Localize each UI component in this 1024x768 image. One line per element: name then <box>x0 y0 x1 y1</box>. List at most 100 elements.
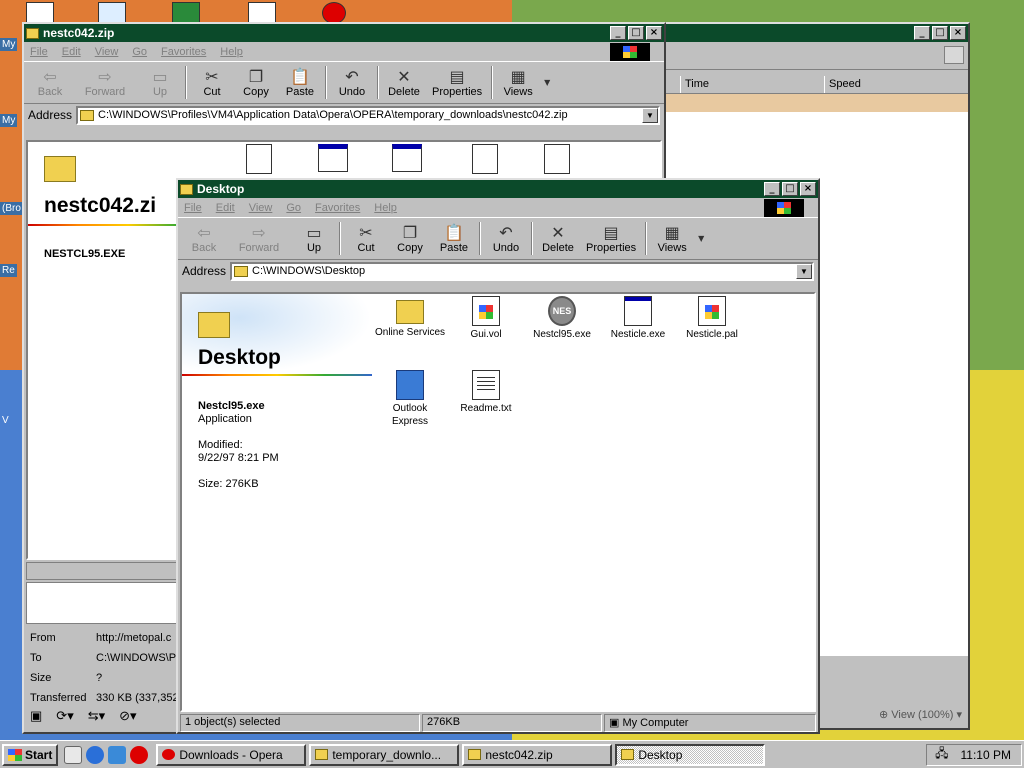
file-icon[interactable] <box>472 144 498 174</box>
file-item-nestcl95-exe[interactable]: NES Nestcl95.exe <box>526 296 598 341</box>
views-button[interactable]: ▦ Views <box>496 64 540 101</box>
refresh-icon[interactable]: ⟳▾ <box>56 708 73 724</box>
stop-icon[interactable]: ⊘▾ <box>119 708 136 724</box>
start-button[interactable]: Start <box>2 743 59 766</box>
menu-file[interactable]: File <box>184 202 202 214</box>
desktop-label[interactable]: Re <box>0 264 17 277</box>
downloads-titlebar[interactable]: _ □ × <box>650 24 968 42</box>
column-header-speed[interactable]: Speed <box>824 76 968 93</box>
menu-edit[interactable]: Edit <box>62 46 81 58</box>
file-icon[interactable] <box>246 144 272 174</box>
opera-icon[interactable] <box>322 2 346 24</box>
text-document-icon[interactable] <box>544 144 570 174</box>
desktop-icon[interactable] <box>248 2 276 24</box>
close-icon[interactable]: × <box>646 26 662 40</box>
download-row-selected[interactable] <box>650 94 968 112</box>
up-button[interactable]: ▭ Up <box>292 220 336 257</box>
close-icon[interactable]: × <box>800 182 816 196</box>
outlook-express-icon[interactable] <box>108 745 127 764</box>
app-window-icon[interactable] <box>392 144 422 172</box>
properties-button[interactable]: ▤ Properties <box>426 64 488 101</box>
views-dropdown-button[interactable]: ▼ <box>540 64 554 101</box>
task-downloads-opera[interactable]: Downloads - Opera <box>156 743 307 766</box>
up-folder-icon: ▭ <box>152 66 168 86</box>
file-item-gui-vol[interactable]: Gui.vol <box>450 296 522 341</box>
minimize-icon[interactable]: _ <box>610 26 626 40</box>
views-button[interactable]: ▦ Views <box>650 220 694 257</box>
minimize-icon[interactable]: _ <box>914 26 930 40</box>
task-nestc042-zip[interactable]: nestc042.zip <box>462 743 613 766</box>
menu-view[interactable]: View <box>95 46 119 58</box>
views-dropdown-button[interactable]: ▼ <box>694 220 708 257</box>
cut-button[interactable]: ✂ Cut <box>344 220 388 257</box>
copy-button[interactable]: ❐ Copy <box>388 220 432 257</box>
file-item-nesticle-exe[interactable]: Nesticle.exe <box>602 296 674 341</box>
desktop-icon[interactable] <box>98 2 126 24</box>
share-icon[interactable]: ⇆▾ <box>88 708 105 724</box>
menu-go[interactable]: Go <box>132 46 147 58</box>
desktop-label[interactable]: My <box>0 38 18 51</box>
menu-file[interactable]: File <box>30 46 48 58</box>
folder-icon <box>396 300 424 324</box>
task-desktop[interactable]: Desktop <box>615 743 766 766</box>
desktop-label[interactable]: V <box>0 414 11 427</box>
file-item-nesticle-pal[interactable]: Nesticle.pal <box>676 296 748 341</box>
desktop-titlebar[interactable]: Desktop _ □ × <box>178 180 818 198</box>
menu-help[interactable]: Help <box>220 46 243 58</box>
excel-icon[interactable] <box>172 2 200 24</box>
minimize-icon[interactable]: _ <box>764 182 780 196</box>
network-icon[interactable]: 🖧 <box>935 744 948 765</box>
forward-button[interactable]: ⇨ Forward <box>226 220 292 257</box>
menu-favorites[interactable]: Favorites <box>315 202 360 214</box>
internet-explorer-icon[interactable] <box>86 745 105 764</box>
forward-button[interactable]: ⇨ Forward <box>72 64 138 101</box>
menu-favorites[interactable]: Favorites <box>161 46 206 58</box>
close-icon[interactable]: × <box>950 26 966 40</box>
clock[interactable]: 11:10 PM <box>961 748 1011 762</box>
copy-button[interactable]: ❐ Copy <box>234 64 278 101</box>
paste-button[interactable]: 📋 Paste <box>432 220 476 257</box>
maximize-icon[interactable]: □ <box>932 26 948 40</box>
menu-help[interactable]: Help <box>374 202 397 214</box>
undo-button[interactable]: ↶ Undo <box>484 220 528 257</box>
file-label: Nestcl95.exe <box>533 329 591 340</box>
opera-icon[interactable] <box>130 745 149 764</box>
windows-logo-icon <box>610 42 650 61</box>
zoom-indicator[interactable]: ⊕ View (100%) ▾ <box>879 708 962 721</box>
app-window-icon[interactable] <box>318 144 348 172</box>
desktop-label[interactable]: (Bro <box>0 202 23 215</box>
file-item-readme-txt[interactable]: Readme.txt <box>450 370 522 415</box>
zip-titlebar[interactable]: nestc042.zip _ □ × <box>24 24 664 42</box>
file-item-outlook-express[interactable]: Outlook Express <box>374 370 446 428</box>
column-header-time[interactable]: Time <box>680 76 824 93</box>
chevron-down-icon[interactable]: ▼ <box>642 107 658 123</box>
delete-button[interactable]: ✕ Delete <box>536 220 580 257</box>
menu-go[interactable]: Go <box>286 202 301 214</box>
chevron-down-icon[interactable]: ▼ <box>796 263 812 279</box>
up-button[interactable]: ▭ Up <box>138 64 182 101</box>
menu-edit[interactable]: Edit <box>216 202 235 214</box>
desktop-icon[interactable] <box>26 2 54 24</box>
show-desktop-icon[interactable] <box>64 745 83 764</box>
desktop-label[interactable]: My <box>0 114 18 127</box>
desktop-content-pane: Desktop Nestcl95.exe Application Modifie… <box>180 292 816 712</box>
delete-x-icon: ✕ <box>551 222 565 242</box>
maximize-icon[interactable]: □ <box>782 182 798 196</box>
maximize-icon[interactable]: □ <box>628 26 644 40</box>
address-input[interactable]: C:\WINDOWS\Profiles\VM4\Application Data… <box>76 105 660 125</box>
undo-button[interactable]: ↶ Undo <box>330 64 374 101</box>
task-temporary-downloads[interactable]: temporary_downlo... <box>309 743 460 766</box>
back-button[interactable]: ⇦ Back <box>28 64 72 101</box>
address-input[interactable]: C:\WINDOWS\Desktop ▼ <box>230 261 814 281</box>
delete-button[interactable]: ✕ Delete <box>382 64 426 101</box>
status-selection: 1 object(s) selected <box>180 714 420 732</box>
cut-button[interactable]: ✂ Cut <box>190 64 234 101</box>
menu-view[interactable]: View <box>249 202 273 214</box>
back-button[interactable]: ⇦ Back <box>182 220 226 257</box>
settings-icon[interactable] <box>944 46 964 64</box>
detail-row: From http://metopal.c <box>30 632 172 644</box>
paste-button[interactable]: 📋 Paste <box>278 64 322 101</box>
file-item-online-services[interactable]: Online Services <box>374 296 446 339</box>
panel-toggle-icon[interactable]: ▣ <box>30 708 42 724</box>
properties-button[interactable]: ▤ Properties <box>580 220 642 257</box>
